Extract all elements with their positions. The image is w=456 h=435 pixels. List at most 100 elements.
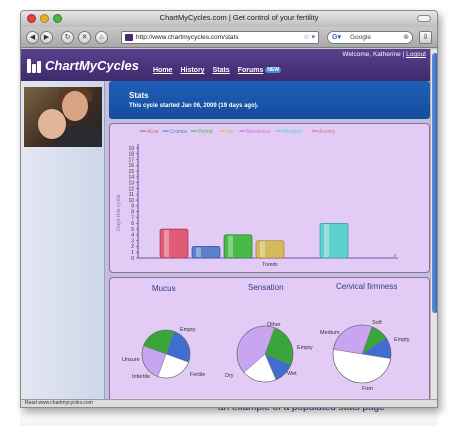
trends-chart-panel: Acne Cramps Period Sex Moodiness Allergies Anx… bbox=[109, 123, 430, 273]
back-icon[interactable]: ◀ bbox=[26, 31, 39, 44]
y-tick-label: 8 bbox=[131, 209, 134, 215]
slice-label: Empty bbox=[394, 337, 410, 343]
status-bar: Read www.chartmycycles.com bbox=[21, 399, 437, 407]
reload-icon[interactable]: ↻ bbox=[61, 31, 74, 44]
pie-cervical-firmness: Soft Empty Firm Medium bbox=[320, 320, 410, 392]
slice-label: Infertile bbox=[132, 374, 150, 380]
google-icon: G▾ bbox=[332, 34, 341, 41]
legend-item: Moodiness bbox=[239, 129, 271, 135]
new-badge: NEW bbox=[265, 67, 282, 73]
slice-label: Dry bbox=[225, 373, 234, 379]
y-tick-label: 3 bbox=[131, 238, 134, 244]
y-tick-label: 13 bbox=[128, 181, 134, 187]
welcome-user: Welcome, Katherine bbox=[342, 51, 401, 58]
slice-label: Firm bbox=[362, 386, 373, 392]
stats-header: Stats This cycle started Jan 06, 2009 (1… bbox=[109, 81, 430, 119]
y-tick-label: 18 bbox=[128, 152, 134, 158]
bar-allergies bbox=[319, 222, 349, 259]
legend-item: Cramps bbox=[162, 129, 188, 135]
nav-forums[interactable]: Forums NEW bbox=[237, 67, 282, 74]
y-tick-label: 12 bbox=[128, 186, 134, 192]
legend-label: Cramps bbox=[170, 129, 188, 135]
bar-sex bbox=[255, 240, 285, 259]
bookmarks-icon[interactable]: ⇩ bbox=[419, 31, 432, 44]
legend-label: Acne bbox=[147, 129, 159, 135]
screenshot: an example of a populated stats page Cha… bbox=[0, 0, 456, 435]
pie-sensation: Other Empty Wet Dry bbox=[225, 322, 313, 383]
y-axis-label: Days this cycle bbox=[116, 194, 122, 231]
slice-label: Fertile bbox=[190, 372, 205, 378]
site-favicon-icon bbox=[125, 34, 133, 41]
legend-item: Allergies bbox=[275, 129, 303, 135]
y-tick-label: 11 bbox=[129, 192, 134, 198]
logo-text: ChartMyCycles bbox=[45, 57, 139, 73]
page-scrollbar[interactable] bbox=[430, 49, 437, 401]
page-title: Stats bbox=[129, 91, 149, 100]
legend-label: Moodiness bbox=[246, 129, 271, 135]
toolbar-toggle-icon[interactable] bbox=[417, 15, 431, 22]
y-tick-label: 9 bbox=[131, 204, 134, 210]
scroll-thumb[interactable] bbox=[432, 53, 437, 313]
nav-forums-label: Forums bbox=[237, 67, 264, 74]
pie-charts: Empty Fertile Infertile Unsure Other Empty Wet… bbox=[122, 320, 410, 392]
browser-toolbar: ◀ ▶ ↻ ✕ ⌂ http://www.chartmycycles.com/s… bbox=[21, 27, 437, 48]
y-tick-label: 6 bbox=[131, 221, 134, 227]
pie-mucus: Empty Fertile Infertile Unsure bbox=[122, 327, 205, 380]
zoom-window-icon[interactable] bbox=[53, 14, 62, 23]
welcome-text: Welcome, Katherine | Logout bbox=[342, 51, 426, 58]
sidebar bbox=[21, 81, 105, 401]
axis-end-mark bbox=[393, 253, 397, 258]
bar-highlight bbox=[228, 235, 233, 257]
y-tick-label: 7 bbox=[131, 215, 134, 221]
search-input[interactable]: G▾ Google ⊗ bbox=[327, 31, 413, 44]
family-logo-icon bbox=[27, 57, 43, 73]
close-window-icon[interactable] bbox=[27, 14, 36, 23]
y-tick-label: 1 bbox=[131, 250, 134, 256]
stop-icon[interactable]: ✕ bbox=[78, 31, 91, 44]
trends-chart: Acne Cramps Period Sex Moodiness Allergies Anx… bbox=[116, 129, 398, 268]
url-input[interactable]: http://www.chartmycycles.com/stats ☆ ▾ bbox=[121, 31, 319, 44]
main-content: Stats This cycle started Jan 06, 2009 (1… bbox=[109, 81, 430, 401]
slice-label: Wet bbox=[287, 371, 297, 377]
url-text: http://www.chartmycycles.com/stats bbox=[136, 34, 239, 41]
nav-history[interactable]: History bbox=[180, 67, 204, 74]
profile-photo bbox=[24, 87, 102, 147]
y-tick-label: 0 bbox=[131, 256, 134, 262]
y-tick-label: 15 bbox=[128, 169, 134, 175]
y-tick-label: 10 bbox=[128, 198, 134, 204]
search-icon[interactable]: ⊗ bbox=[403, 32, 409, 43]
forward-icon[interactable]: ▶ bbox=[40, 31, 53, 44]
bookmark-star-icon[interactable]: ☆ ▾ bbox=[303, 32, 315, 43]
cycle-info: This cycle started Jan 06, 2009 (19 days… bbox=[129, 103, 259, 109]
site-logo[interactable]: ChartMyCycles bbox=[27, 55, 139, 75]
bar-period bbox=[223, 234, 253, 259]
y-tick-label: 17 bbox=[128, 157, 134, 163]
slice-label: Other bbox=[267, 322, 281, 328]
browser-window: ChartMyCycles.com | Get control of your … bbox=[20, 10, 438, 408]
main-nav: Home History Stats Forums NEW bbox=[153, 67, 282, 74]
bar-cramps bbox=[191, 246, 221, 259]
legend-item: Acne bbox=[140, 129, 159, 135]
logout-link[interactable]: Logout bbox=[406, 51, 426, 58]
nav-home[interactable]: Home bbox=[153, 67, 172, 74]
bar-highlight bbox=[260, 241, 265, 257]
legend-label: Anxiety bbox=[319, 129, 336, 135]
y-tick-label: 14 bbox=[128, 175, 134, 181]
y-tick-label: 5 bbox=[131, 227, 134, 233]
y-tick-label: 2 bbox=[131, 244, 134, 250]
minimize-window-icon[interactable] bbox=[40, 14, 49, 23]
legend-item: Period bbox=[191, 129, 213, 135]
slice-label: Soft bbox=[372, 320, 382, 326]
slice-label: Unsure bbox=[122, 357, 140, 363]
legend-label: Allergies bbox=[283, 129, 303, 135]
bar-highlight bbox=[164, 230, 169, 257]
slice-label: Empty bbox=[297, 345, 313, 351]
y-tick-label: 4 bbox=[131, 233, 134, 239]
legend-label: Sex bbox=[226, 129, 235, 135]
nav-stats[interactable]: Stats bbox=[213, 67, 230, 74]
home-icon[interactable]: ⌂ bbox=[95, 31, 108, 44]
slice-label: Empty bbox=[180, 327, 196, 333]
legend-item: Anxiety bbox=[311, 129, 336, 135]
legend-label: Period bbox=[198, 129, 213, 135]
y-tick-label: 19 bbox=[128, 146, 134, 152]
